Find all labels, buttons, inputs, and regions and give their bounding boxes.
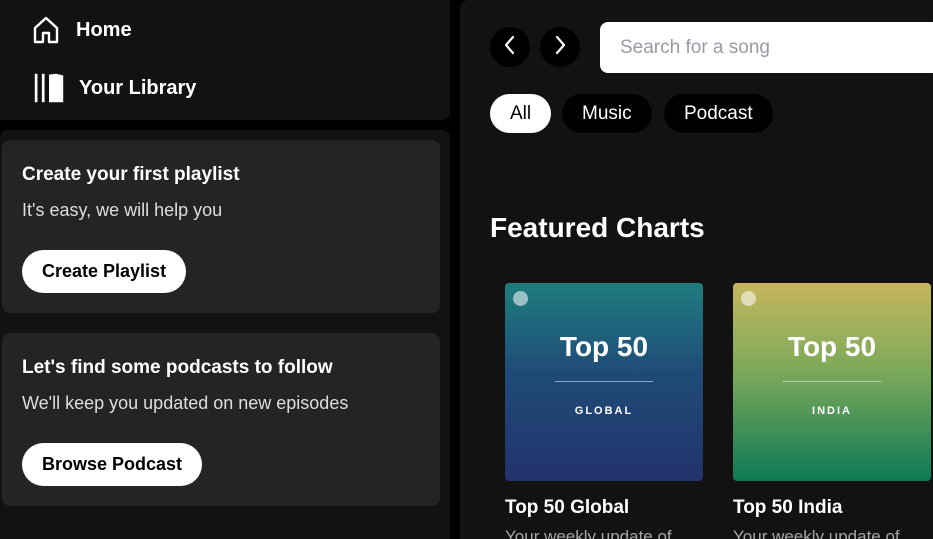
filter-all[interactable]: All	[490, 94, 552, 133]
chart-description: Your weekly update of	[505, 527, 672, 539]
card-subtitle: It's easy, we will help you	[22, 200, 223, 220]
chart-title: Top 50 Global	[505, 497, 630, 518]
nav-home-label: Home	[76, 18, 132, 41]
card-subtitle: We'll keep you updated on new episodes	[22, 393, 349, 413]
cover-divider	[783, 381, 881, 382]
card-title: Create your first playlist	[22, 164, 240, 185]
create-playlist-button[interactable]: Create Playlist	[22, 250, 187, 293]
cover-title: Top 50	[787, 331, 877, 362]
section-title: Featured Charts	[490, 212, 705, 243]
chart-cover: Top 50 GLOBAL	[505, 283, 703, 481]
card-title: Let's find some podcasts to follow	[22, 357, 333, 378]
nav-library[interactable]: Your Library	[33, 70, 196, 106]
chart-cover: Top 50 INDIA	[733, 283, 931, 481]
chart-card-global[interactable]: Top 50 GLOBAL Top 50 Global Your weekly …	[505, 283, 703, 539]
forward-button[interactable]	[540, 27, 580, 67]
chart-title: Top 50 India	[733, 497, 843, 518]
cover-divider	[555, 381, 653, 382]
chart-card-india[interactable]: Top 50 INDIA Top 50 India Your weekly up…	[733, 283, 931, 539]
main-panel: All Music Podcast Featured Charts Top 50…	[460, 0, 933, 539]
spotify-icon	[741, 291, 756, 306]
cover-subtitle: INDIA	[812, 405, 852, 417]
cover-subtitle: GLOBAL	[574, 405, 634, 417]
nav-panel: Home Your Library	[0, 0, 450, 120]
filter-podcast[interactable]: Podcast	[664, 94, 773, 133]
filter-music[interactable]: Music	[562, 94, 652, 133]
search-input[interactable]	[600, 22, 933, 73]
library-icon	[33, 70, 65, 106]
cover-title: Top 50	[559, 331, 649, 362]
chart-description: Your weekly update of	[733, 527, 900, 539]
chevron-left-icon	[502, 35, 518, 60]
browse-podcast-card: Let's find some podcasts to follow We'll…	[2, 333, 440, 506]
back-button[interactable]	[490, 27, 530, 67]
browse-podcast-button[interactable]: Browse Podcast	[22, 443, 203, 486]
spotify-icon	[513, 291, 528, 306]
create-playlist-card: Create your first playlist It's easy, we…	[2, 140, 440, 313]
nav-home[interactable]: Home	[30, 12, 132, 48]
nav-library-label: Your Library	[79, 76, 197, 99]
chevron-right-icon	[552, 35, 568, 60]
home-icon	[30, 12, 62, 48]
